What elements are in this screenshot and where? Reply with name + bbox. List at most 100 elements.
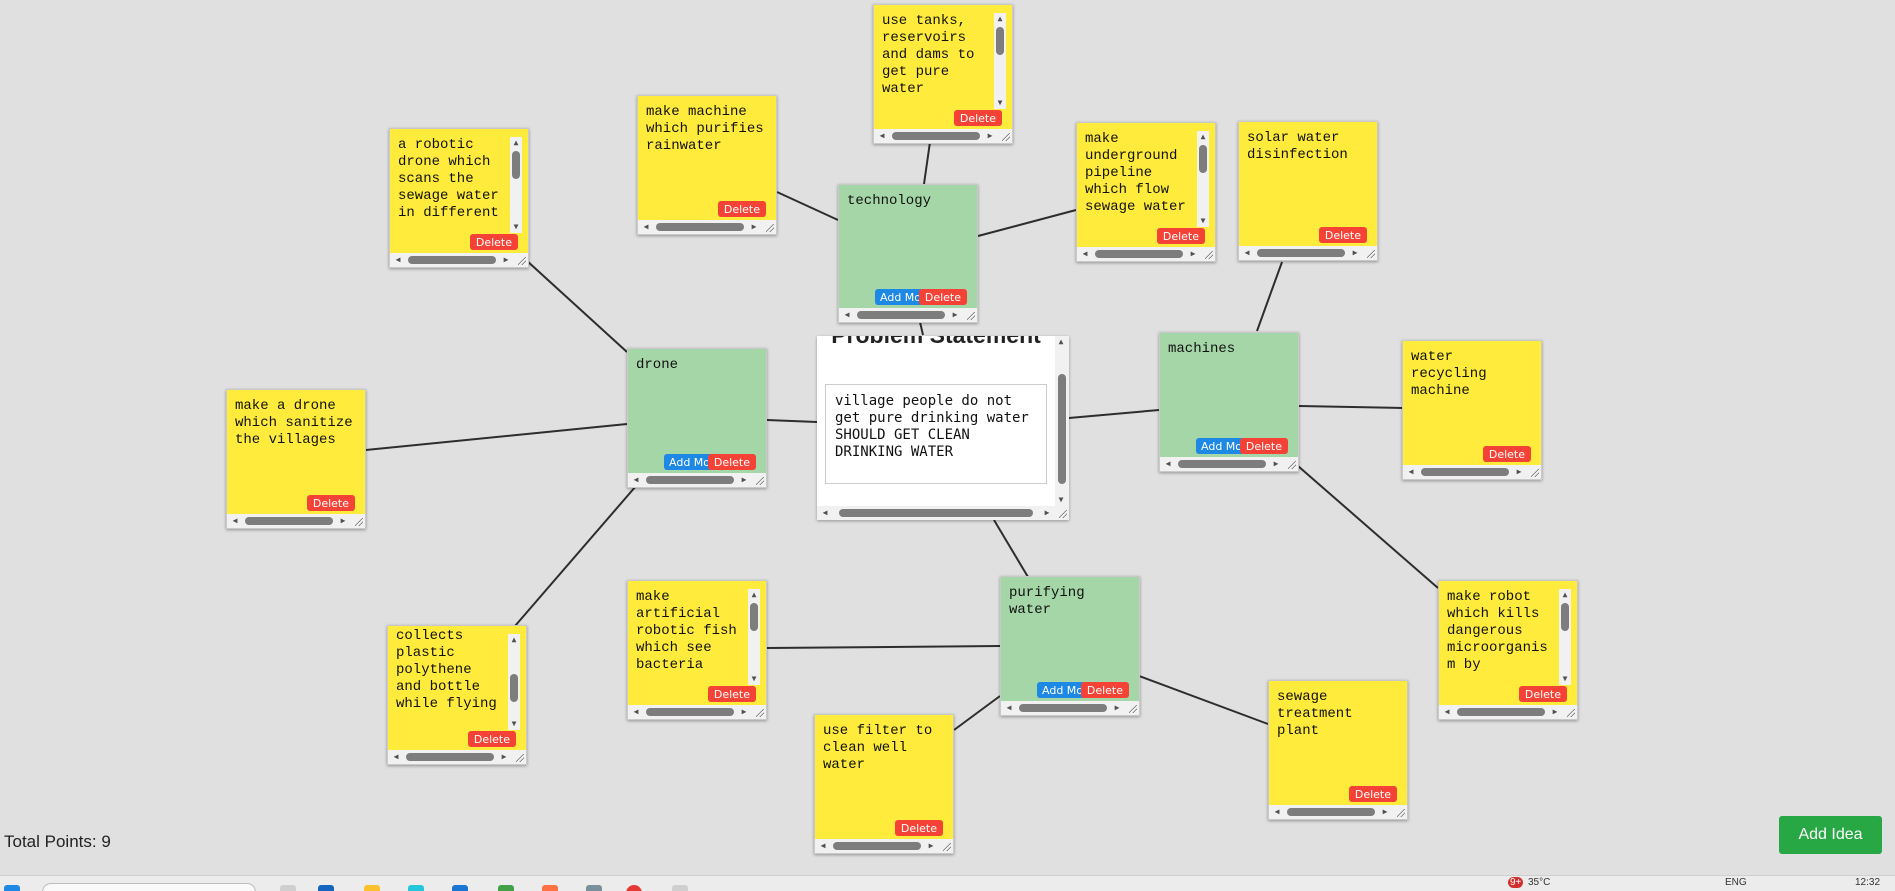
app-icon[interactable] [498, 885, 514, 891]
scroll-right-icon[interactable]: ▶ [1513, 465, 1525, 479]
scroll-left-icon[interactable]: ◀ [1162, 457, 1174, 471]
scroll-down-icon[interactable]: ▼ [1559, 673, 1571, 685]
note-text[interactable]: technology [847, 193, 969, 288]
scroll-up-icon[interactable]: ▲ [1055, 336, 1067, 348]
scroll-left-icon[interactable]: ◀ [876, 129, 888, 143]
scroll-up-icon[interactable]: ▲ [748, 589, 760, 601]
note-text[interactable]: water recycling machine [1411, 349, 1533, 445]
scroll-left-icon[interactable]: ◀ [630, 705, 642, 719]
delete-button[interactable]: Delete [717, 201, 766, 217]
scroll-left-icon[interactable]: ◀ [1241, 246, 1253, 260]
horizontal-scrollbar[interactable]: ◀ ▶ [1403, 465, 1527, 479]
idea-note-tanks[interactable]: use tanks, reservoirs and dams to get pu… [873, 4, 1013, 144]
scroll-right-icon[interactable]: ▶ [1549, 705, 1561, 719]
notification-badge[interactable]: 9+ [1508, 877, 1524, 888]
resize-grip-icon[interactable] [762, 220, 776, 234]
horizontal-scrollbar[interactable]: ◀ ▶ [638, 220, 762, 234]
scroll-thumb[interactable] [1257, 249, 1345, 257]
note-text[interactable]: use tanks, reservoirs and dams to get pu… [882, 13, 990, 109]
delete-button[interactable]: Delete [1080, 682, 1129, 698]
scroll-down-icon[interactable]: ▼ [1055, 494, 1067, 506]
note-text[interactable]: solar water disinfection [1247, 130, 1369, 226]
scroll-thumb[interactable] [892, 132, 980, 140]
scroll-thumb[interactable] [857, 311, 945, 319]
category-note-technology[interactable]: technology Add More Delete ◀ ▶ [838, 184, 978, 323]
horizontal-scrollbar[interactable]: ◀ ▶ [1269, 805, 1393, 819]
scroll-thumb[interactable] [510, 674, 518, 702]
language-indicator[interactable]: ENG [1725, 877, 1747, 888]
delete-button[interactable]: Delete [1239, 438, 1288, 454]
resize-grip-icon[interactable] [512, 750, 526, 764]
scroll-down-icon[interactable]: ▼ [1197, 215, 1209, 227]
scroll-left-icon[interactable]: ◀ [1003, 701, 1015, 715]
note-text[interactable]: make artificial robotic fish which see b… [636, 589, 744, 685]
resize-grip-icon[interactable] [1563, 705, 1577, 719]
resize-grip-icon[interactable] [1125, 701, 1139, 715]
scroll-left-icon[interactable]: ◀ [1441, 705, 1453, 719]
note-text[interactable]: make robot which kills dangerous microor… [1447, 589, 1555, 685]
scroll-right-icon[interactable]: ▶ [500, 253, 512, 267]
scroll-thumb[interactable] [656, 223, 744, 231]
idea-note-robot[interactable]: make robot which kills dangerous microor… [1438, 580, 1578, 720]
note-text[interactable]: use filter to clean well water [823, 723, 945, 819]
app-icon[interactable] [586, 885, 602, 891]
delete-button[interactable]: Delete [1518, 686, 1567, 702]
chrome-icon[interactable] [626, 885, 642, 891]
resize-grip-icon[interactable] [514, 253, 528, 267]
scroll-left-icon[interactable]: ◀ [229, 514, 241, 528]
app-icon[interactable] [280, 885, 296, 891]
note-text[interactable]: machines [1168, 341, 1290, 437]
scroll-left-icon[interactable]: ◀ [640, 220, 652, 234]
browser-icon[interactable] [408, 885, 424, 891]
horizontal-scrollbar[interactable]: ◀ ▶ [1439, 705, 1563, 719]
scroll-right-icon[interactable]: ▶ [738, 705, 750, 719]
scroll-left-icon[interactable]: ◀ [390, 750, 402, 764]
scroll-thumb[interactable] [750, 603, 758, 631]
scroll-down-icon[interactable]: ▼ [508, 718, 520, 730]
scroll-thumb[interactable] [1457, 708, 1545, 716]
delete-button[interactable]: Delete [918, 289, 967, 305]
delete-button[interactable]: Delete [1318, 227, 1367, 243]
horizontal-scrollbar[interactable]: ◀ ▶ [1239, 246, 1363, 260]
mail-icon[interactable] [452, 885, 468, 891]
windows-start-icon[interactable] [4, 885, 20, 891]
resize-grip-icon[interactable] [351, 514, 365, 528]
category-note-drone[interactable]: drone Add More Delete ◀ ▶ [627, 348, 767, 488]
delete-button[interactable]: Delete [953, 110, 1002, 126]
clock-time[interactable]: 12:32 [1855, 877, 1880, 888]
scroll-left-icon[interactable]: ◀ [841, 308, 853, 322]
note-text[interactable]: drone [636, 357, 758, 453]
scroll-left-icon[interactable]: ◀ [1271, 805, 1283, 819]
delete-button[interactable]: Delete [707, 686, 756, 702]
add-idea-button[interactable]: Add Idea [1779, 816, 1882, 854]
scroll-down-icon[interactable]: ▼ [994, 97, 1006, 109]
scroll-thumb[interactable] [1095, 250, 1183, 258]
scroll-thumb[interactable] [996, 27, 1004, 55]
scroll-right-icon[interactable]: ▶ [1379, 805, 1391, 819]
delete-button[interactable]: Delete [1482, 446, 1531, 462]
app-icon[interactable] [672, 885, 688, 891]
delete-button[interactable]: Delete [469, 234, 518, 250]
vertical-scrollbar[interactable]: ▲ ▼ [748, 589, 760, 685]
resize-grip-icon[interactable] [963, 308, 977, 322]
horizontal-scrollbar[interactable]: ◀ ▶ [874, 129, 998, 143]
idea-note-sewage-plant[interactable]: sewage treatment plant Delete ◀ ▶ [1268, 680, 1408, 820]
horizontal-scrollbar[interactable]: ◀ ▶ [839, 308, 963, 322]
idea-note-recycling[interactable]: water recycling machine Delete ◀ ▶ [1402, 340, 1542, 480]
scroll-right-icon[interactable]: ▶ [925, 839, 937, 853]
resize-grip-icon[interactable] [1363, 246, 1377, 260]
scroll-thumb[interactable] [1561, 603, 1569, 631]
scroll-up-icon[interactable]: ▲ [510, 137, 522, 149]
scroll-left-icon[interactable]: ◀ [819, 506, 831, 520]
resize-grip-icon[interactable] [752, 705, 766, 719]
idea-note-solar[interactable]: solar water disinfection Delete ◀ ▶ [1238, 121, 1378, 261]
scroll-right-icon[interactable]: ▶ [337, 514, 349, 528]
delete-button[interactable]: Delete [894, 820, 943, 836]
resize-grip-icon[interactable] [1284, 457, 1298, 471]
scroll-thumb[interactable] [646, 476, 734, 484]
resize-grip-icon[interactable] [1201, 247, 1215, 261]
idea-note-fish[interactable]: make artificial robotic fish which see b… [627, 580, 767, 720]
app-icon[interactable] [318, 885, 334, 891]
scroll-thumb[interactable] [1058, 374, 1066, 484]
vertical-scrollbar[interactable]: ▲ ▼ [510, 137, 522, 233]
